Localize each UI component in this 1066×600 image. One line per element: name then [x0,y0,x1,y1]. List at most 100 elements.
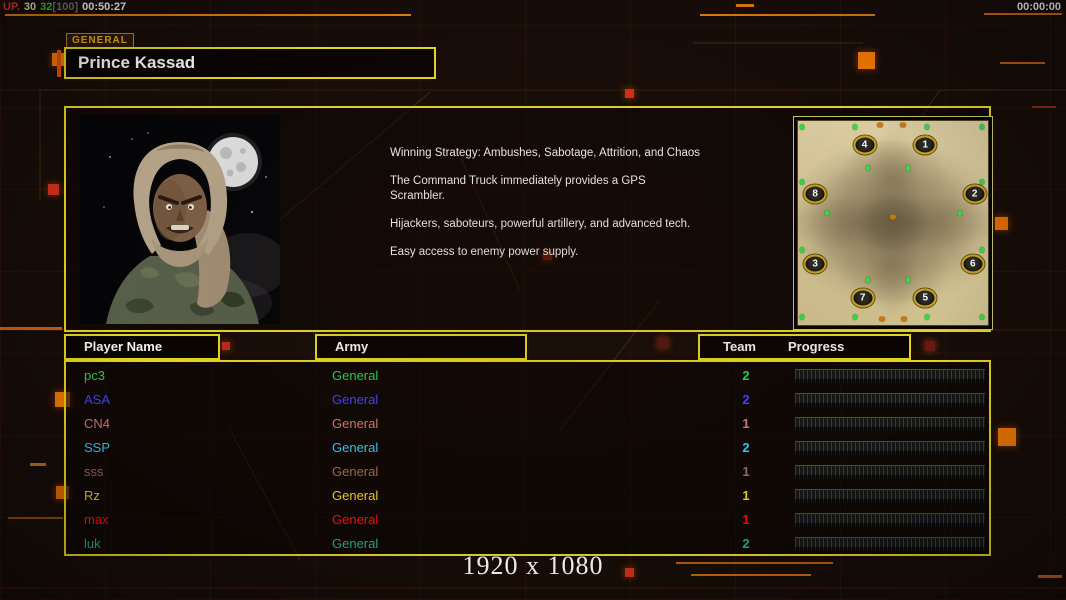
supply-dot [852,124,858,131]
supply-dot [957,209,962,216]
player-name: ASA [84,392,111,407]
accent-line [57,50,61,77]
player-army: General [332,440,379,455]
player-row: ASA General 2 [66,388,989,412]
column-header-player-name: Player Name [64,334,220,360]
player-progress-bar [795,489,985,503]
column-header-army: Army [315,334,527,360]
start-position-marker: 1 [913,135,937,155]
accent-square [925,341,935,351]
player-row: max General 1 [66,508,989,532]
supply-dot [799,179,805,186]
stat-fps: 30 [23,1,37,13]
accent-line [700,14,875,16]
player-name: Rz [84,488,100,503]
supply-dot [799,246,805,253]
match-timer: 00:00:00 [1016,1,1061,13]
accent-square [625,89,634,98]
general-name: Prince Kassad [78,53,196,72]
column-header-progress: Progress [788,339,845,354]
player-team: 1 [742,512,750,527]
player-progress-bar [795,513,985,527]
supply-dot [799,124,805,131]
start-position-marker: 5 [913,288,937,308]
supply-dot [824,209,829,216]
supply-dot [865,277,871,284]
player-army: General [332,488,379,503]
accent-square [658,338,668,348]
player-army: General [332,392,379,407]
accent-square [48,184,59,195]
player-row: SSP General 2 [66,436,989,460]
player-army: General [332,464,379,479]
supply-dot [865,164,871,171]
player-name: sss [84,464,104,479]
stat-net: 32 [40,1,53,13]
player-name: CN4 [84,416,111,431]
minimap-panel: 1 2 3 4 5 6 7 8 [793,116,993,330]
resolution-watermark: 1920 x 1080 [462,551,604,580]
player-progress-bar [795,441,985,455]
accent-square [222,342,230,350]
minimap: 1 2 3 4 5 6 7 8 [797,120,989,326]
accent-square [995,217,1008,230]
tech-dot [876,122,883,128]
strategy-paragraph: Hijackers, saboteurs, powerful artillery… [390,218,691,230]
strategy-paragraph: The Command Truck immediately provides a… [390,175,646,202]
player-army: General [332,536,379,551]
player-name: SSP [84,440,111,455]
player-team: 2 [742,392,750,407]
player-team: 1 [742,488,750,503]
supply-dot [799,313,805,320]
tech-dot [890,214,896,220]
general-name-panel: Prince Kassad [64,47,436,79]
supply-dot [852,313,858,320]
supply-dot [979,313,985,320]
general-portrait [80,115,280,324]
player-row: Rz General 1 [66,484,989,508]
player-army: General [332,416,379,431]
player-team: 1 [742,464,750,479]
tech-dot [878,316,885,322]
player-row: CN4 General 1 [66,412,989,436]
supply-dot [979,124,985,131]
supply-dot [924,313,930,320]
accent-line [1032,106,1056,108]
supply-dot [979,179,985,186]
strategy-paragraph: Easy access to enemy power supply. [390,246,579,258]
accent-line [0,327,62,330]
players-table: pc3 General 2 ASA General 2 CN4 General 1 SSP Gene… [64,360,991,556]
player-progress-bar [795,537,985,551]
player-army: General [332,512,379,527]
start-position-marker: 4 [853,135,876,155]
column-header-team-progress: Team Progress [698,334,911,360]
player-team: 2 [742,536,750,551]
accent-square [858,52,875,69]
player-row: pc3 General 2 [66,364,989,388]
supply-dot [979,246,985,253]
accent-line [984,13,1062,15]
player-progress-bar [795,465,985,479]
start-position-marker: 2 [963,184,987,204]
start-position-marker: 6 [961,254,985,274]
tech-dot [901,316,908,322]
player-name: pc3 [84,368,105,383]
start-position-marker: 3 [803,254,827,274]
tech-dot [899,122,906,128]
player-row: sss General 1 [66,460,989,484]
network-stats: UP. 30 32[100] 00:50:27 [3,1,130,13]
accent-line [736,4,754,7]
player-army: General [332,368,379,383]
player-team: 2 [742,368,750,383]
strategy-text: Winning Strategy: Ambushes, Sabotage, At… [390,146,702,273]
stat-bracket: [100] [52,1,79,13]
start-position-marker: 8 [803,184,827,204]
player-progress-bar [795,393,985,407]
start-position-marker: 7 [851,288,875,308]
player-team: 2 [742,440,750,455]
session-clock: 00:50:27 [82,1,127,13]
accent-square [998,428,1016,446]
column-header-team: Team [723,339,756,354]
accent-line [5,14,411,16]
accent-line [1000,62,1045,64]
